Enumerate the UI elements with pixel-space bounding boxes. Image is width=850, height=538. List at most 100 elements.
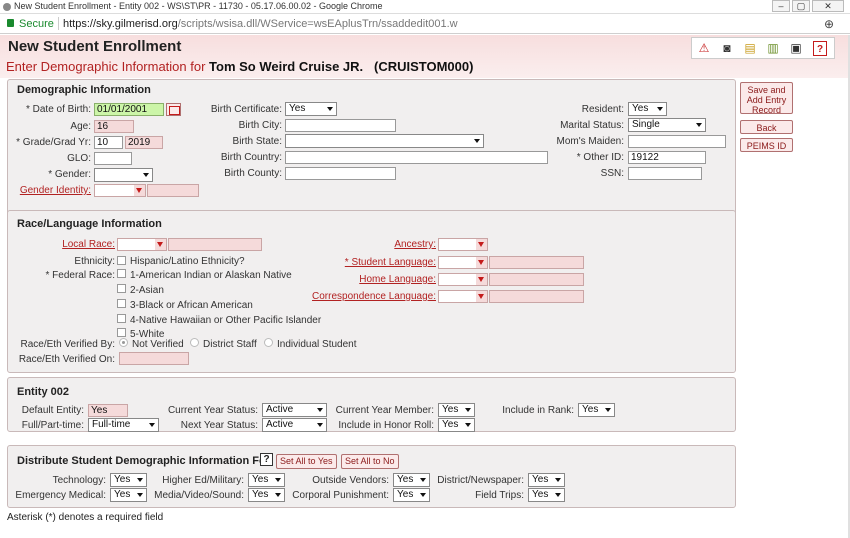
glo-input[interactable]: [94, 152, 132, 165]
ancestry-link[interactable]: Ancestry:: [308, 239, 436, 250]
local-race-select[interactable]: [117, 238, 167, 251]
media-value: Yes: [252, 489, 269, 500]
media-select[interactable]: Yes: [248, 488, 285, 502]
vendors-value: Yes: [397, 474, 414, 485]
minimize-button[interactable]: –: [772, 0, 790, 12]
chevron-down-icon: [555, 493, 561, 497]
help-icon[interactable]: ?: [260, 453, 273, 466]
not-verified-radio[interactable]: [119, 338, 128, 347]
ethnicity-label: Ethnicity:: [74, 256, 115, 267]
vendors-select[interactable]: Yes: [393, 473, 430, 487]
age-label: Age:: [70, 121, 91, 132]
newspaper-select[interactable]: Yes: [528, 473, 565, 487]
field-trips-select[interactable]: Yes: [528, 488, 565, 502]
marital-status-select[interactable]: Single: [628, 118, 706, 132]
rank-select[interactable]: Yes: [578, 403, 615, 417]
federal-race-label: * Federal Race:: [45, 270, 115, 281]
secure-label: Secure: [19, 18, 54, 30]
district-staff-radio[interactable]: [190, 338, 199, 347]
local-race-link[interactable]: Local Race:: [38, 239, 115, 250]
corporal-label: Corporal Punishment:: [292, 490, 389, 501]
individual-student-radio[interactable]: [264, 338, 273, 347]
race-3-checkbox[interactable]: [117, 299, 126, 308]
birth-county-label: Birth County:: [224, 168, 282, 179]
birth-county-input[interactable]: [285, 167, 396, 180]
gender-identity-link[interactable]: Gender Identity:: [13, 185, 91, 196]
honor-roll-value: Yes: [442, 419, 459, 430]
other-id-input[interactable]: 19122: [628, 151, 706, 164]
distribute-title: Distribute Student Demographic Informati…: [17, 455, 271, 467]
dob-input[interactable]: 01/01/2001: [94, 103, 164, 116]
ny-status-select[interactable]: Active: [262, 418, 327, 432]
field-trips-value: Yes: [532, 489, 549, 500]
race-1-checkbox[interactable]: [117, 269, 126, 278]
documents-icon[interactable]: ▥: [765, 41, 781, 56]
gender-identity-select[interactable]: [94, 184, 146, 197]
correspondence-language-desc: [489, 290, 584, 303]
moms-maiden-label: Mom's Maiden:: [556, 136, 625, 147]
student-language-select[interactable]: [438, 256, 488, 269]
race-4-checkbox[interactable]: [117, 314, 126, 323]
resident-select[interactable]: Yes: [628, 102, 667, 116]
url-text[interactable]: https://sky.gilmerisd.org/scripts/wsisa.…: [63, 18, 458, 30]
hispanic-label: Hispanic/Latino Ethnicity?: [130, 256, 245, 267]
full-part-select[interactable]: Full-time: [88, 418, 159, 432]
dropdown-arrow-icon: [155, 239, 166, 250]
gender-select[interactable]: [94, 168, 153, 182]
student-language-link[interactable]: * Student Language:: [308, 257, 436, 268]
dob-label: * Date of Birth:: [25, 104, 91, 115]
chevron-down-icon: [657, 107, 663, 111]
peims-id-button[interactable]: PEIMS ID: [740, 138, 793, 152]
media-label: Media/Video/Sound:: [154, 490, 244, 501]
dropdown-arrow-icon: [476, 257, 487, 268]
camera-icon[interactable]: ◙: [719, 41, 735, 56]
address-bar[interactable]: Secure https://sky.gilmerisd.org/scripts…: [0, 14, 850, 34]
ssn-input[interactable]: [628, 167, 702, 180]
race-5-checkbox[interactable]: [117, 328, 126, 337]
race-4-label: 4-Native Hawaiian or Other Pacific Islan…: [130, 315, 322, 326]
birth-city-input[interactable]: [285, 119, 396, 132]
higher-ed-select[interactable]: Yes: [248, 473, 285, 487]
individual-student-label: Individual Student: [277, 339, 357, 350]
back-button[interactable]: Back: [740, 120, 793, 134]
race-1-label: 1-American Indian or Alaskan Native: [130, 270, 292, 281]
set-all-no-button[interactable]: Set All to No: [341, 454, 399, 469]
race-2-checkbox[interactable]: [117, 284, 126, 293]
student-language-desc: [489, 256, 584, 269]
window-title-bar: New Student Enrollment - Entity 002 - WS…: [0, 0, 850, 14]
correspondence-language-select[interactable]: [438, 290, 488, 303]
field-trips-label: Field Trips:: [475, 490, 524, 501]
warning-icon[interactable]: ⚠: [696, 41, 712, 56]
restore-button[interactable]: ▢: [792, 0, 810, 12]
cy-status-select[interactable]: Active: [262, 403, 327, 417]
birth-state-select[interactable]: [285, 134, 484, 148]
emergency-label: Emergency Medical:: [15, 490, 106, 501]
ancestry-select[interactable]: [438, 238, 488, 251]
close-window-button[interactable]: ✕: [812, 0, 844, 12]
ssn-label: SSN:: [600, 168, 624, 179]
correspondence-language-link[interactable]: Correspondence Language:: [288, 291, 436, 302]
hispanic-checkbox[interactable]: [117, 256, 126, 265]
notes-icon[interactable]: ▤: [742, 41, 758, 56]
home-language-select[interactable]: [438, 273, 488, 286]
birth-cert-select[interactable]: Yes: [285, 102, 337, 116]
print-icon[interactable]: ▣: [788, 41, 804, 56]
moms-maiden-input[interactable]: [628, 135, 726, 148]
emergency-select[interactable]: Yes: [110, 488, 147, 502]
chevron-down-icon: [696, 123, 702, 127]
home-language-link[interactable]: Home Language:: [308, 274, 436, 285]
zoom-icon[interactable]: ⊕: [824, 17, 834, 31]
cy-member-select[interactable]: Yes: [438, 403, 475, 417]
help-icon[interactable]: ?: [813, 41, 827, 56]
chevron-down-icon: [605, 408, 611, 412]
set-all-yes-button[interactable]: Set All to Yes: [276, 454, 337, 469]
save-and-add-entry-button[interactable]: Save and Add Entry Record: [740, 82, 793, 115]
honor-roll-label: Include in Honor Roll:: [338, 420, 434, 431]
grade-input[interactable]: 10: [94, 136, 123, 149]
corporal-select[interactable]: Yes: [393, 488, 430, 502]
honor-roll-select[interactable]: Yes: [438, 418, 475, 432]
technology-select[interactable]: Yes: [110, 473, 147, 487]
resident-label: Resident:: [581, 104, 624, 115]
birth-country-input[interactable]: [285, 151, 548, 164]
chrome-icon: [3, 3, 11, 11]
